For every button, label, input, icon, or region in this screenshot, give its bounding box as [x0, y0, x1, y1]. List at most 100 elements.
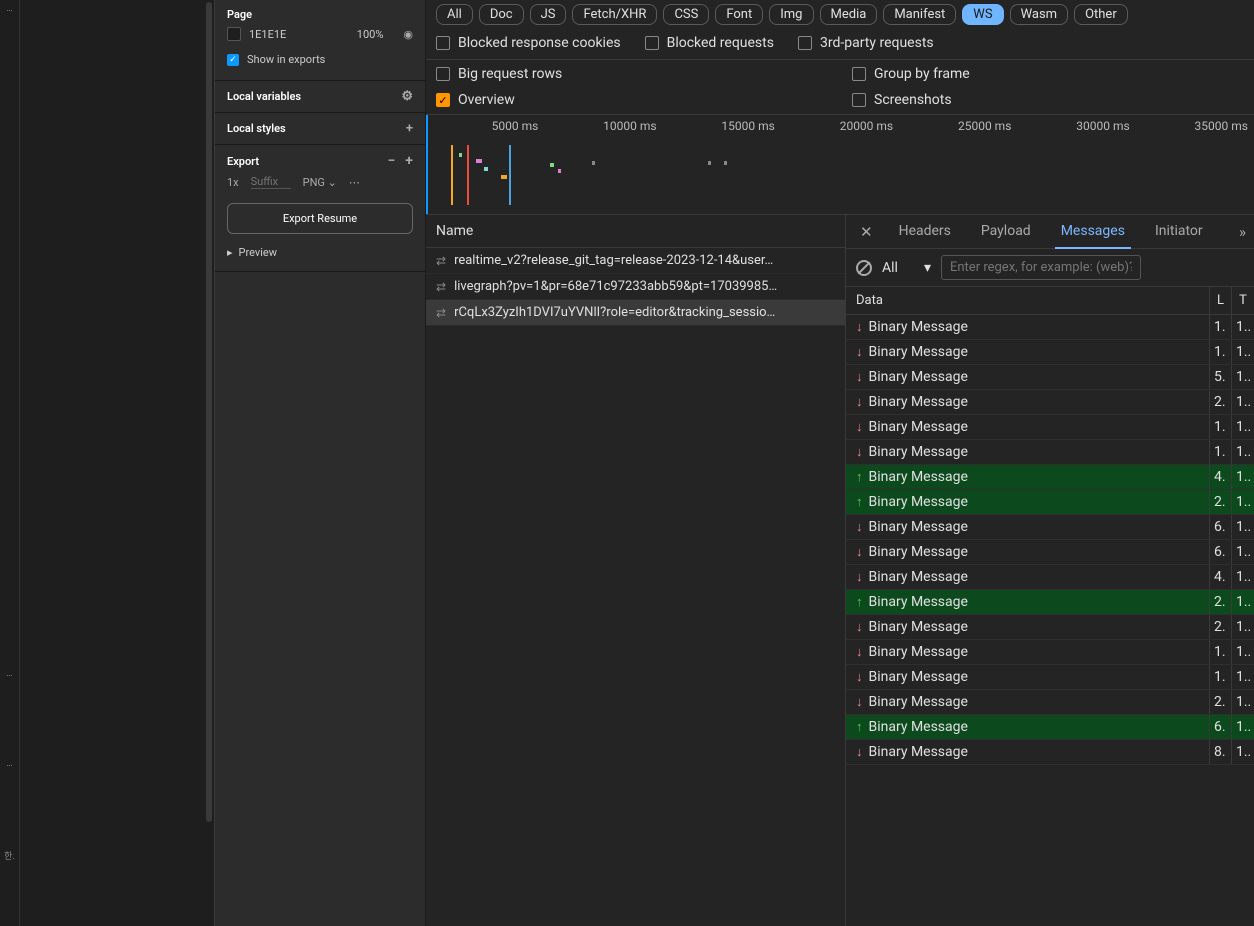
websocket-icon: ⇄	[436, 254, 446, 268]
editor-gutter: … … … 한.	[0, 0, 20, 926]
message-time: 1..	[1232, 340, 1254, 364]
figma-properties-panel: Page 1E1E1E 100% ◉ ✓ Show in exports Loc…	[215, 0, 426, 926]
third-party-checkbox[interactable]	[798, 36, 812, 50]
close-icon[interactable]: ✕	[854, 223, 879, 241]
message-row[interactable]: ↓Binary Message1.1..	[846, 440, 1254, 465]
show-exports-checkbox[interactable]: ✓	[227, 54, 239, 66]
export-more-icon[interactable]: ⋯	[349, 176, 360, 189]
filter-chip-doc[interactable]: Doc	[479, 4, 524, 25]
big-rows-label: Big request rows	[458, 66, 562, 82]
overview-checkbox[interactable]: ✓	[436, 93, 450, 107]
export-suffix-input[interactable]	[251, 175, 291, 189]
message-row[interactable]: ↑Binary Message4.1..	[846, 465, 1254, 490]
message-row[interactable]: ↓Binary Message1.1..	[846, 315, 1254, 340]
message-row[interactable]: ↓Binary Message4.1..	[846, 565, 1254, 590]
blocked-cookies-checkbox[interactable]	[436, 36, 450, 50]
editor-scrollbar[interactable]	[206, 2, 212, 822]
filter-chip-all[interactable]: All	[436, 4, 473, 25]
filter-chip-css[interactable]: CSS	[663, 4, 709, 25]
message-text: Binary Message	[869, 419, 968, 435]
fill-opacity[interactable]: 100%	[357, 28, 384, 41]
timeline-tick: 20000 ms	[781, 119, 899, 133]
filter-chip-manifest[interactable]: Manifest	[883, 4, 956, 25]
big-rows-checkbox[interactable]	[436, 67, 450, 81]
message-filter-select[interactable]: All▾	[882, 260, 931, 276]
screenshots-checkbox[interactable]	[852, 93, 866, 107]
message-time: 1..	[1232, 365, 1254, 389]
message-length: 6.	[1210, 515, 1232, 539]
message-row[interactable]: ↑Binary Message2.1..	[846, 590, 1254, 615]
message-row[interactable]: ↓Binary Message8.1..	[846, 740, 1254, 765]
clear-icon[interactable]	[856, 260, 872, 276]
col-time[interactable]: T	[1232, 287, 1254, 314]
tab-headers[interactable]: Headers	[893, 215, 957, 249]
regex-filter-input[interactable]	[941, 255, 1141, 280]
message-text: Binary Message	[869, 744, 968, 760]
message-time: 1..	[1232, 415, 1254, 439]
message-time: 1..	[1232, 490, 1254, 514]
message-row[interactable]: ↓Binary Message1.1..	[846, 665, 1254, 690]
request-name: rCqLx3ZyzIh1DVI7uYVNlI?role=editor&track…	[454, 305, 775, 320]
filter-chip-other[interactable]: Other	[1074, 4, 1128, 25]
tab-payload[interactable]: Payload	[975, 215, 1037, 249]
add-icon[interactable]: +	[406, 121, 413, 136]
more-tabs-icon[interactable]: »	[1239, 223, 1246, 241]
gutter-marker: …	[0, 669, 19, 679]
preview-toggle-icon[interactable]: ▸	[227, 246, 233, 259]
devtools-panel: All Doc JSFetch/XHR CSS Font Img MediaManifest…	[426, 0, 1254, 926]
filter-chip-fetchxhr[interactable]: Fetch/XHR	[572, 4, 657, 25]
local-variables-header[interactable]: Local variables	[227, 90, 301, 103]
message-time: 1..	[1232, 540, 1254, 564]
message-row[interactable]: ↓Binary Message5.1..	[846, 365, 1254, 390]
overview-label: Overview	[458, 92, 515, 108]
message-row[interactable]: ↑Binary Message6.1..	[846, 715, 1254, 740]
message-length: 2.	[1210, 690, 1232, 714]
page-section-header: Page	[227, 8, 413, 21]
message-text: Binary Message	[869, 594, 968, 610]
fill-hex[interactable]: 1E1E1E	[249, 28, 286, 41]
tab-initiator[interactable]: Initiator	[1149, 215, 1209, 249]
filter-chip-ws[interactable]: WS	[962, 4, 1003, 25]
add-export-icon[interactable]: +	[405, 153, 413, 169]
request-list-header[interactable]: Name	[426, 215, 845, 248]
message-row[interactable]: ↓Binary Message2.1..	[846, 390, 1254, 415]
message-row[interactable]: ↓Binary Message6.1..	[846, 540, 1254, 565]
group-frame-checkbox[interactable]	[852, 67, 866, 81]
blocked-requests-checkbox[interactable]	[645, 36, 659, 50]
message-row[interactable]: ↓Binary Message6.1..	[846, 515, 1254, 540]
local-styles-header[interactable]: Local styles	[227, 122, 286, 135]
message-text: Binary Message	[869, 319, 968, 335]
message-row[interactable]: ↓Binary Message2.1..	[846, 615, 1254, 640]
message-row[interactable]: ↓Binary Message1.1..	[846, 340, 1254, 365]
export-scale[interactable]: 1x	[227, 176, 239, 189]
col-length[interactable]: L	[1210, 287, 1232, 314]
filter-chip-js[interactable]: JS	[530, 4, 567, 25]
color-swatch[interactable]	[227, 27, 241, 41]
network-timeline[interactable]: 5000 ms10000 ms15000 ms20000 ms25000 ms3…	[426, 115, 1254, 215]
request-detail: ✕ Headers Payload Messages Initiator » All▾…	[846, 215, 1254, 926]
message-text: Binary Message	[869, 344, 968, 360]
tab-messages[interactable]: Messages	[1055, 215, 1131, 249]
export-button[interactable]: Export Resume	[227, 203, 413, 234]
message-row[interactable]: ↓Binary Message2.1..	[846, 690, 1254, 715]
message-row[interactable]: ↓Binary Message1.1..	[846, 415, 1254, 440]
request-row[interactable]: ⇄livegraph?pv=1&pr=68e71c97233abb59&pt=1…	[426, 274, 845, 300]
filter-chip-media[interactable]: Media	[820, 4, 878, 25]
message-row[interactable]: ↓Binary Message1.1..	[846, 640, 1254, 665]
arrow-down-icon: ↓	[856, 394, 863, 410]
export-format[interactable]: PNG ⌄	[303, 176, 337, 189]
request-row[interactable]: ⇄realtime_v2?release_git_tag=release-202…	[426, 248, 845, 274]
filter-chip-font[interactable]: Font	[715, 4, 763, 25]
request-row[interactable]: ⇄rCqLx3ZyzIh1DVI7uYVNlI?role=editor&trac…	[426, 300, 845, 326]
preview-label[interactable]: Preview	[239, 246, 277, 259]
settings-icon[interactable]: ⚙	[401, 89, 413, 104]
filter-chip-wasm[interactable]: Wasm	[1010, 4, 1069, 25]
message-time: 1..	[1232, 640, 1254, 664]
visibility-icon[interactable]: ◉	[403, 28, 413, 41]
arrow-up-icon: ↑	[856, 719, 863, 735]
col-data[interactable]: Data	[846, 287, 1210, 314]
remove-export-icon[interactable]: −	[387, 153, 395, 169]
message-row[interactable]: ↑Binary Message2.1..	[846, 490, 1254, 515]
message-time: 1..	[1232, 565, 1254, 589]
filter-chip-img[interactable]: Img	[769, 4, 813, 25]
